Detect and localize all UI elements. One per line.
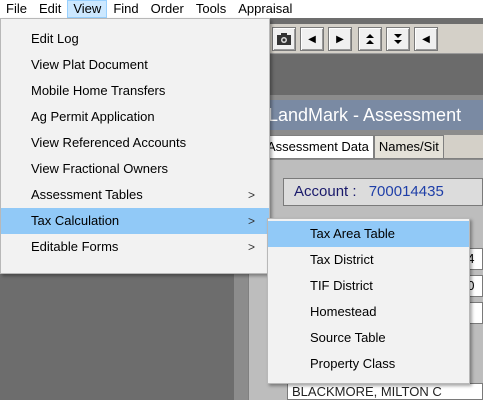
menu-item-source-table[interactable]: Source Table xyxy=(268,325,469,351)
menu-item-label: View Plat Document xyxy=(31,57,148,72)
menu-item-label: Assessment Tables xyxy=(31,187,143,202)
account-box: Account : 700014435 xyxy=(283,178,483,206)
chevron-right-icon: > xyxy=(247,214,255,228)
menu-item-edit-log[interactable]: Edit Log xyxy=(1,26,269,52)
account-label: Account : xyxy=(294,183,357,200)
camera-icon[interactable] xyxy=(272,27,296,51)
chevron-right-icon: > xyxy=(247,240,255,254)
view-menu: Edit Log View Plat Document Mobile Home … xyxy=(0,18,270,274)
arrow-right-icon[interactable]: ▶ xyxy=(328,27,352,51)
arrow-left-icon[interactable]: ◀ xyxy=(300,27,324,51)
menu-view[interactable]: View xyxy=(67,0,108,18)
menu-item-view-plat-document[interactable]: View Plat Document xyxy=(1,52,269,78)
menu-item-label: View Referenced Accounts xyxy=(31,135,187,150)
menu-order[interactable]: Order xyxy=(145,0,190,18)
menu-appraisal[interactable]: Appraisal xyxy=(232,0,298,18)
tab-assessment-data[interactable]: Assessment Data xyxy=(262,135,374,158)
tab-names-situs[interactable]: Names/Sit xyxy=(373,135,444,158)
tab-strip: Assessment Data Names/Sit xyxy=(262,135,483,159)
menu-item-property-class[interactable]: Property Class xyxy=(268,351,469,377)
menu-item-label: Edit Log xyxy=(31,31,79,46)
toolbar: ◀ ▶ ◀ xyxy=(262,24,483,54)
owner-name-field[interactable]: BLACKMORE, MILTON C xyxy=(287,383,483,400)
chevron-right-icon: > xyxy=(247,188,255,202)
menu-item-view-referenced-accounts[interactable]: View Referenced Accounts xyxy=(1,130,269,156)
menu-item-label: Tax Calculation xyxy=(31,213,120,228)
arrow-more-icon[interactable]: ◀ xyxy=(414,27,438,51)
menu-item-label: View Fractional Owners xyxy=(31,161,169,176)
menu-item-view-fractional-owners[interactable]: View Fractional Owners xyxy=(1,156,269,182)
menu-file[interactable]: File xyxy=(0,0,33,18)
menu-item-tax-district[interactable]: Tax District xyxy=(268,247,469,273)
menu-find[interactable]: Find xyxy=(107,0,144,18)
arrow-up-icon[interactable] xyxy=(358,27,382,51)
menu-item-mobile-home-transfers[interactable]: Mobile Home Transfers xyxy=(1,78,269,104)
menu-item-label: Editable Forms xyxy=(31,239,119,254)
app-title: LandMark - Assessment xyxy=(262,100,483,130)
tax-calculation-submenu: Tax Area Table Tax District TIF District… xyxy=(267,218,470,384)
menu-item-editable-forms[interactable]: Editable Forms > xyxy=(1,234,269,260)
menu-tools[interactable]: Tools xyxy=(190,0,232,18)
app-header-band xyxy=(262,55,483,95)
arrow-down-icon[interactable] xyxy=(386,27,410,51)
menu-item-homestead[interactable]: Homestead xyxy=(268,299,469,325)
menu-item-tax-calculation[interactable]: Tax Calculation > xyxy=(1,208,269,234)
account-value: 700014435 xyxy=(368,183,444,200)
menu-item-ag-permit-application[interactable]: Ag Permit Application xyxy=(1,104,269,130)
menu-bar: File Edit View Find Order Tools Appraisa… xyxy=(0,0,483,18)
menu-item-tif-district[interactable]: TIF District xyxy=(268,273,469,299)
menu-item-assessment-tables[interactable]: Assessment Tables > xyxy=(1,182,269,208)
menu-edit[interactable]: Edit xyxy=(33,0,67,18)
menu-item-label: Mobile Home Transfers xyxy=(31,83,166,98)
menu-item-label: Ag Permit Application xyxy=(31,109,155,124)
menu-item-tax-area-table[interactable]: Tax Area Table xyxy=(268,221,469,247)
